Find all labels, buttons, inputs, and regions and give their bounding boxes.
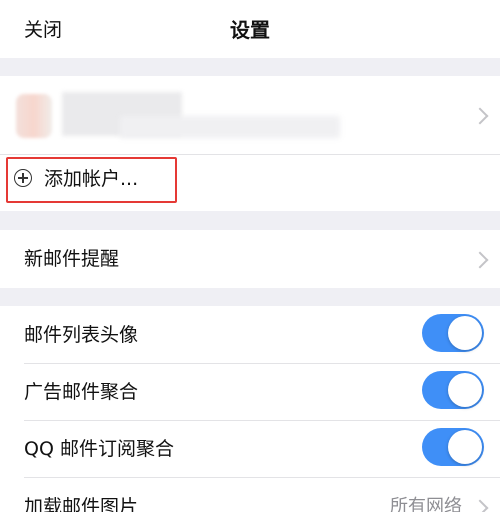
plus-circle-icon — [14, 169, 32, 187]
new-mail-alert-label: 新邮件提醒 — [24, 248, 120, 270]
qq-subscription-group-toggle[interactable] — [422, 428, 484, 466]
ad-mail-group-row: 广告邮件聚合 — [0, 363, 500, 421]
setting-label: 邮件列表头像 — [24, 324, 139, 346]
avatar — [16, 94, 52, 138]
setting-label: 加载邮件图片 — [24, 496, 139, 512]
notification-section: 新邮件提醒 — [0, 230, 500, 288]
chevron-right-icon — [471, 251, 489, 269]
chevron-right-icon — [471, 499, 489, 512]
display-settings-section: 邮件列表头像 广告邮件聚合 QQ 邮件订阅聚合 加载邮件图片 所有网络 — [0, 306, 500, 512]
ad-mail-group-toggle[interactable] — [422, 371, 484, 409]
chevron-right-icon — [471, 107, 489, 125]
load-images-row[interactable]: 加载邮件图片 所有网络 — [0, 478, 500, 512]
divider — [0, 154, 500, 155]
avatar-list-toggle[interactable] — [422, 314, 484, 352]
settings-screen: 关闭 设置 添加帐户... 新邮件提醒 邮件列表头像 广告邮件聚合 QQ 邮件订… — [0, 0, 500, 512]
toggle-knob — [448, 430, 482, 464]
account-email-blurred — [120, 116, 340, 138]
setting-label: 广告邮件聚合 — [24, 381, 139, 403]
toggle-knob — [448, 316, 482, 350]
top-bar: 关闭 设置 — [0, 0, 500, 58]
account-row[interactable] — [0, 76, 500, 154]
accounts-section: 添加帐户... — [0, 76, 500, 211]
add-account-label: 添加帐户... — [44, 168, 139, 190]
avatar-list-row: 邮件列表头像 — [0, 306, 500, 364]
load-images-value: 所有网络 — [390, 496, 462, 512]
setting-label: QQ 邮件订阅聚合 — [24, 438, 174, 460]
qq-subscription-group-row: QQ 邮件订阅聚合 — [0, 420, 500, 478]
new-mail-alert-row[interactable]: 新邮件提醒 — [0, 230, 500, 288]
page-title: 设置 — [230, 18, 270, 42]
add-account-button[interactable]: 添加帐户... — [0, 156, 500, 211]
toggle-knob — [448, 373, 482, 407]
